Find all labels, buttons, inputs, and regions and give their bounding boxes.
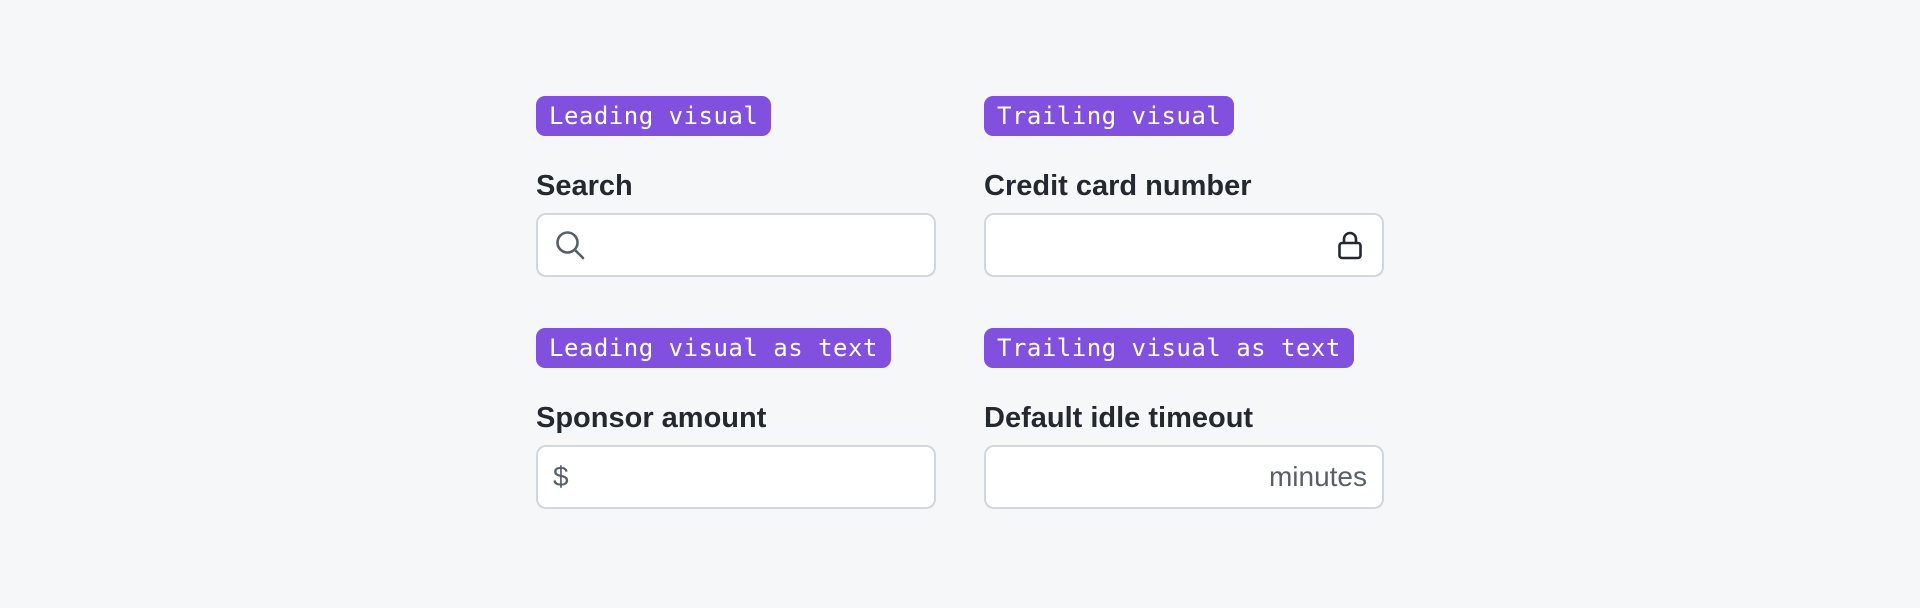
sponsor-amount-field[interactable]: $ [536,445,936,509]
lock-icon [1338,231,1362,260]
field-label: Credit card number [984,170,1252,202]
example-tag: Leading visual [536,96,772,136]
example-leading-visual-as-text: Leading visual as text Sponsor amount $ [536,328,936,509]
credit-card-input[interactable] [1002,215,1316,275]
example-tag: Leading visual as text [536,328,891,368]
example-trailing-visual: Trailing visual Credit card number [984,96,1384,277]
idle-timeout-field[interactable]: minutes [984,445,1384,509]
search-field[interactable] [536,213,936,277]
idle-timeout-input[interactable] [1002,447,1252,507]
example-tag: Trailing visual as text [984,328,1354,368]
example-leading-visual: Leading visual Search [536,96,936,277]
example-trailing-visual-as-text: Trailing visual as text Default idle tim… [984,328,1384,509]
field-label: Default idle timeout [984,402,1254,434]
search-input[interactable] [598,215,918,275]
currency-prefix: $ [553,461,569,492]
search-icon [556,231,585,260]
credit-card-field[interactable] [984,213,1384,277]
field-label: Search [536,170,633,202]
example-tag: Trailing visual [984,96,1235,136]
sponsor-amount-input[interactable] [582,447,918,507]
field-label: Sponsor amount [536,402,767,434]
unit-suffix: minutes [1268,461,1367,492]
